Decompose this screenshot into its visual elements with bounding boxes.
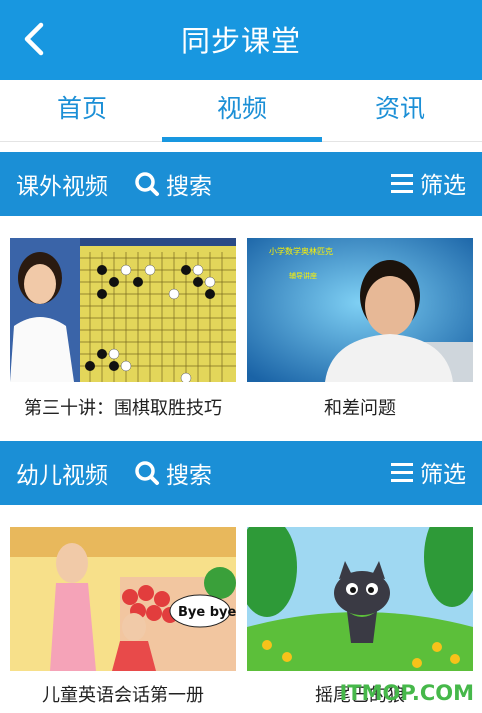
video-caption: 和差问题 [324,398,396,419]
thumb-subtitle: 辅导讲座 [289,271,317,280]
video-thumbnail [247,527,473,671]
video-card[interactable]: 小学数学奥林匹克 辅导讲座 和差问题 [247,238,473,428]
section-bar-kids: 幼儿视频 搜索 筛选 [0,441,482,505]
search-icon [135,461,159,485]
tab-bar: 首页 视频 资讯 [0,80,482,142]
section-title: 课外视频 [16,174,108,200]
page-title: 同步课堂 [180,24,301,58]
search-label: 搜索 [166,463,212,489]
filter-label: 筛选 [420,462,466,488]
menu-icon [391,174,413,193]
video-thumbnail: Bye bye! [10,527,236,671]
filter-button[interactable]: 筛选 [390,166,466,200]
search-icon [135,172,159,196]
video-card[interactable]: 第三十讲：围棋取胜技巧 [10,238,236,428]
section-title: 幼儿视频 [16,463,108,489]
thumb-title: 小学数学奥林匹克 [269,246,333,256]
app-header: 同步课堂 [0,0,482,80]
search-button[interactable]: 搜索 [134,456,212,490]
watermark-text: ITMOP.COM [339,681,474,705]
tab-home[interactable]: 首页 [2,80,162,142]
video-card[interactable]: Bye bye! 儿童英语会话第一册 [10,527,236,713]
video-caption: 第三十讲：围棋取胜技巧 [24,398,222,419]
search-button[interactable]: 搜索 [134,167,212,201]
tab-video[interactable]: 视频 [162,80,322,142]
section-bar-extracurricular: 课外视频 搜索 筛选 [0,152,482,216]
speech-bubble-text: Bye bye! [178,605,236,620]
video-thumbnail [10,238,236,382]
filter-label: 筛选 [420,173,466,199]
menu-icon [391,463,413,482]
filter-button[interactable]: 筛选 [390,455,466,489]
video-caption: 儿童英语会话第一册 [42,685,204,706]
search-label: 搜索 [166,174,212,200]
tab-news[interactable]: 资讯 [320,80,480,142]
video-thumbnail: 小学数学奥林匹克 辅导讲座 [247,238,473,382]
